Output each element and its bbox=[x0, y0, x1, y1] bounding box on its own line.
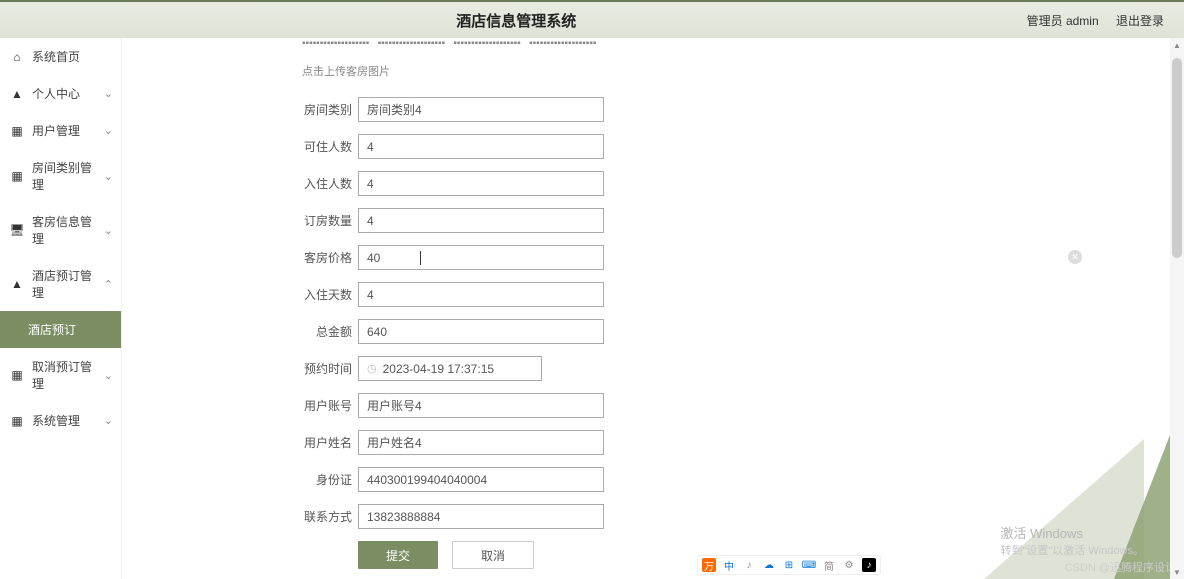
sidebar-item-label: 酒店预订管理 bbox=[32, 267, 104, 301]
input-total[interactable] bbox=[358, 319, 604, 344]
sidebar-item-label: 客房信息管理 bbox=[32, 213, 104, 247]
home-icon: ⌂ bbox=[8, 50, 26, 64]
chevron-down-icon: ⌄ bbox=[104, 224, 113, 237]
label-account: 用户账号 bbox=[302, 397, 352, 414]
sidebar-item-label: 系统管理 bbox=[32, 412, 104, 429]
ime-tiktok-icon[interactable]: ♪ bbox=[862, 558, 876, 572]
label-room-type: 房间类别 bbox=[302, 101, 352, 118]
sidebar-item-label: 酒店预订 bbox=[28, 321, 113, 338]
csdn-watermark: CSDN @迅腾程序设计 bbox=[1065, 559, 1176, 575]
grid-icon: ▦ bbox=[8, 169, 26, 183]
sidebar-item-label: 系统首页 bbox=[32, 48, 113, 65]
sidebar-item-system[interactable]: ▦ 系统管理 ⌄ bbox=[0, 402, 121, 439]
input-days[interactable] bbox=[358, 282, 604, 307]
sidebar-item-label: 个人中心 bbox=[32, 85, 104, 102]
sidebar-item-home[interactable]: ⌂ 系统首页 bbox=[0, 38, 121, 75]
label-occupants: 入住人数 bbox=[302, 175, 352, 192]
scrollbar-thumb[interactable] bbox=[1172, 58, 1182, 258]
ime-moon-icon[interactable]: ♪ bbox=[742, 558, 756, 572]
scroll-up-icon[interactable]: ▲ bbox=[1170, 38, 1184, 52]
sidebar-item-reservation[interactable]: ▲ 酒店预订管理 ⌃ bbox=[0, 257, 121, 311]
input-account[interactable] bbox=[358, 393, 604, 418]
label-phone: 联系方式 bbox=[302, 508, 352, 525]
label-rooms: 订房数量 bbox=[302, 212, 352, 229]
sidebar-item-profile[interactable]: ▲ 个人中心 ⌄ bbox=[0, 75, 121, 112]
user-icon: ▲ bbox=[8, 87, 26, 101]
sidebar: ⌂ 系统首页 ▲ 个人中心 ⌄ ▦ 用户管理 ⌄ ▦ 房间类别管理 ⌄ 🖥 客房… bbox=[0, 38, 122, 579]
ime-simp-icon[interactable]: 简 bbox=[822, 558, 836, 572]
sidebar-item-roominfo[interactable]: 🖥 客房信息管理 ⌄ bbox=[0, 203, 121, 257]
label-name: 用户姓名 bbox=[302, 434, 352, 451]
input-price-value: 40 bbox=[367, 251, 380, 265]
chevron-down-icon: ⌄ bbox=[104, 87, 113, 100]
label-capacity: 可住人数 bbox=[302, 138, 352, 155]
input-name[interactable] bbox=[358, 430, 604, 455]
label-idcard: 身份证 bbox=[302, 471, 352, 488]
admin-label[interactable]: 管理员 admin bbox=[1027, 14, 1099, 28]
ime-grid-icon[interactable]: ⊞ bbox=[782, 558, 796, 572]
grid-icon: ▦ bbox=[8, 368, 26, 382]
ime-lang-icon[interactable]: 中 bbox=[722, 558, 736, 572]
upload-tip[interactable]: 点击上传客房图片 bbox=[302, 63, 1004, 79]
user-icon: ▲ bbox=[8, 277, 26, 291]
reserve-time-value: 2023-04-19 17:37:15 bbox=[383, 362, 494, 376]
sidebar-item-users[interactable]: ▦ 用户管理 ⌄ bbox=[0, 112, 121, 149]
logout-link[interactable]: 退出登录 bbox=[1116, 14, 1164, 28]
text-cursor-icon bbox=[420, 251, 421, 265]
grid-icon: ▦ bbox=[8, 124, 26, 138]
sidebar-item-cancel[interactable]: ▦ 取消预订管理 ⌄ bbox=[0, 348, 121, 402]
ime-gear-icon[interactable]: ⚙ bbox=[842, 558, 856, 572]
ime-logo-icon[interactable]: 万 bbox=[702, 558, 716, 572]
chevron-down-icon: ⌄ bbox=[104, 124, 113, 137]
clock-icon: ◷ bbox=[367, 362, 377, 375]
ime-toolbar[interactable]: 万 中 ♪ ☁ ⊞ ⌨ 简 ⚙ ♪ bbox=[697, 555, 881, 575]
sidebar-item-label: 取消预订管理 bbox=[32, 358, 104, 392]
cancel-button[interactable]: 取消 bbox=[452, 541, 534, 569]
input-room-type[interactable] bbox=[358, 97, 604, 122]
label-price: 客房价格 bbox=[302, 249, 352, 266]
submit-button[interactable]: 提交 bbox=[358, 541, 438, 569]
grid-icon: ▦ bbox=[8, 414, 26, 428]
scroll-down-icon[interactable]: ▼ bbox=[1170, 565, 1184, 579]
input-phone[interactable] bbox=[358, 504, 604, 529]
app-title: 酒店信息管理系统 bbox=[20, 10, 1013, 31]
label-days: 入住天数 bbox=[302, 286, 352, 303]
ime-cloud-icon[interactable]: ☁ bbox=[762, 558, 776, 572]
chevron-down-icon: ⌄ bbox=[104, 414, 113, 427]
sidebar-item-label: 用户管理 bbox=[32, 122, 104, 139]
label-total: 总金额 bbox=[302, 323, 352, 340]
monitor-icon: 🖥 bbox=[8, 223, 26, 237]
clear-icon[interactable]: ✕ bbox=[1068, 250, 1082, 264]
main-content: ▪▪▪▪▪▪▪▪▪▪▪▪▪▪▪▪▪▪▪ ▪▪▪▪▪▪▪▪▪▪▪▪▪▪▪▪▪▪▪ … bbox=[122, 38, 1184, 579]
divider-dashed: ▪▪▪▪▪▪▪▪▪▪▪▪▪▪▪▪▪▪▪ ▪▪▪▪▪▪▪▪▪▪▪▪▪▪▪▪▪▪▪ … bbox=[302, 38, 1004, 49]
label-reserve-time: 预约时间 bbox=[302, 360, 352, 377]
chevron-up-icon: ⌃ bbox=[104, 278, 113, 291]
chevron-down-icon: ⌄ bbox=[104, 369, 113, 382]
sidebar-item-roomtype[interactable]: ▦ 房间类别管理 ⌄ bbox=[0, 149, 121, 203]
input-idcard[interactable] bbox=[358, 467, 604, 492]
header: 酒店信息管理系统 管理员 admin 退出登录 bbox=[0, 2, 1184, 38]
input-occupants[interactable] bbox=[358, 171, 604, 196]
sidebar-item-label: 房间类别管理 bbox=[32, 159, 104, 193]
input-capacity[interactable] bbox=[358, 134, 604, 159]
input-rooms[interactable] bbox=[358, 208, 604, 233]
input-reserve-time[interactable]: ◷ 2023-04-19 17:37:15 bbox=[358, 356, 542, 381]
ime-keyboard-icon[interactable]: ⌨ bbox=[802, 558, 816, 572]
sidebar-item-reservation-sub[interactable]: 酒店预订 bbox=[0, 311, 121, 348]
chevron-down-icon: ⌄ bbox=[104, 170, 113, 183]
scrollbar-vertical[interactable]: ▲ ▼ bbox=[1170, 38, 1184, 579]
input-price[interactable]: 40 bbox=[358, 245, 604, 270]
